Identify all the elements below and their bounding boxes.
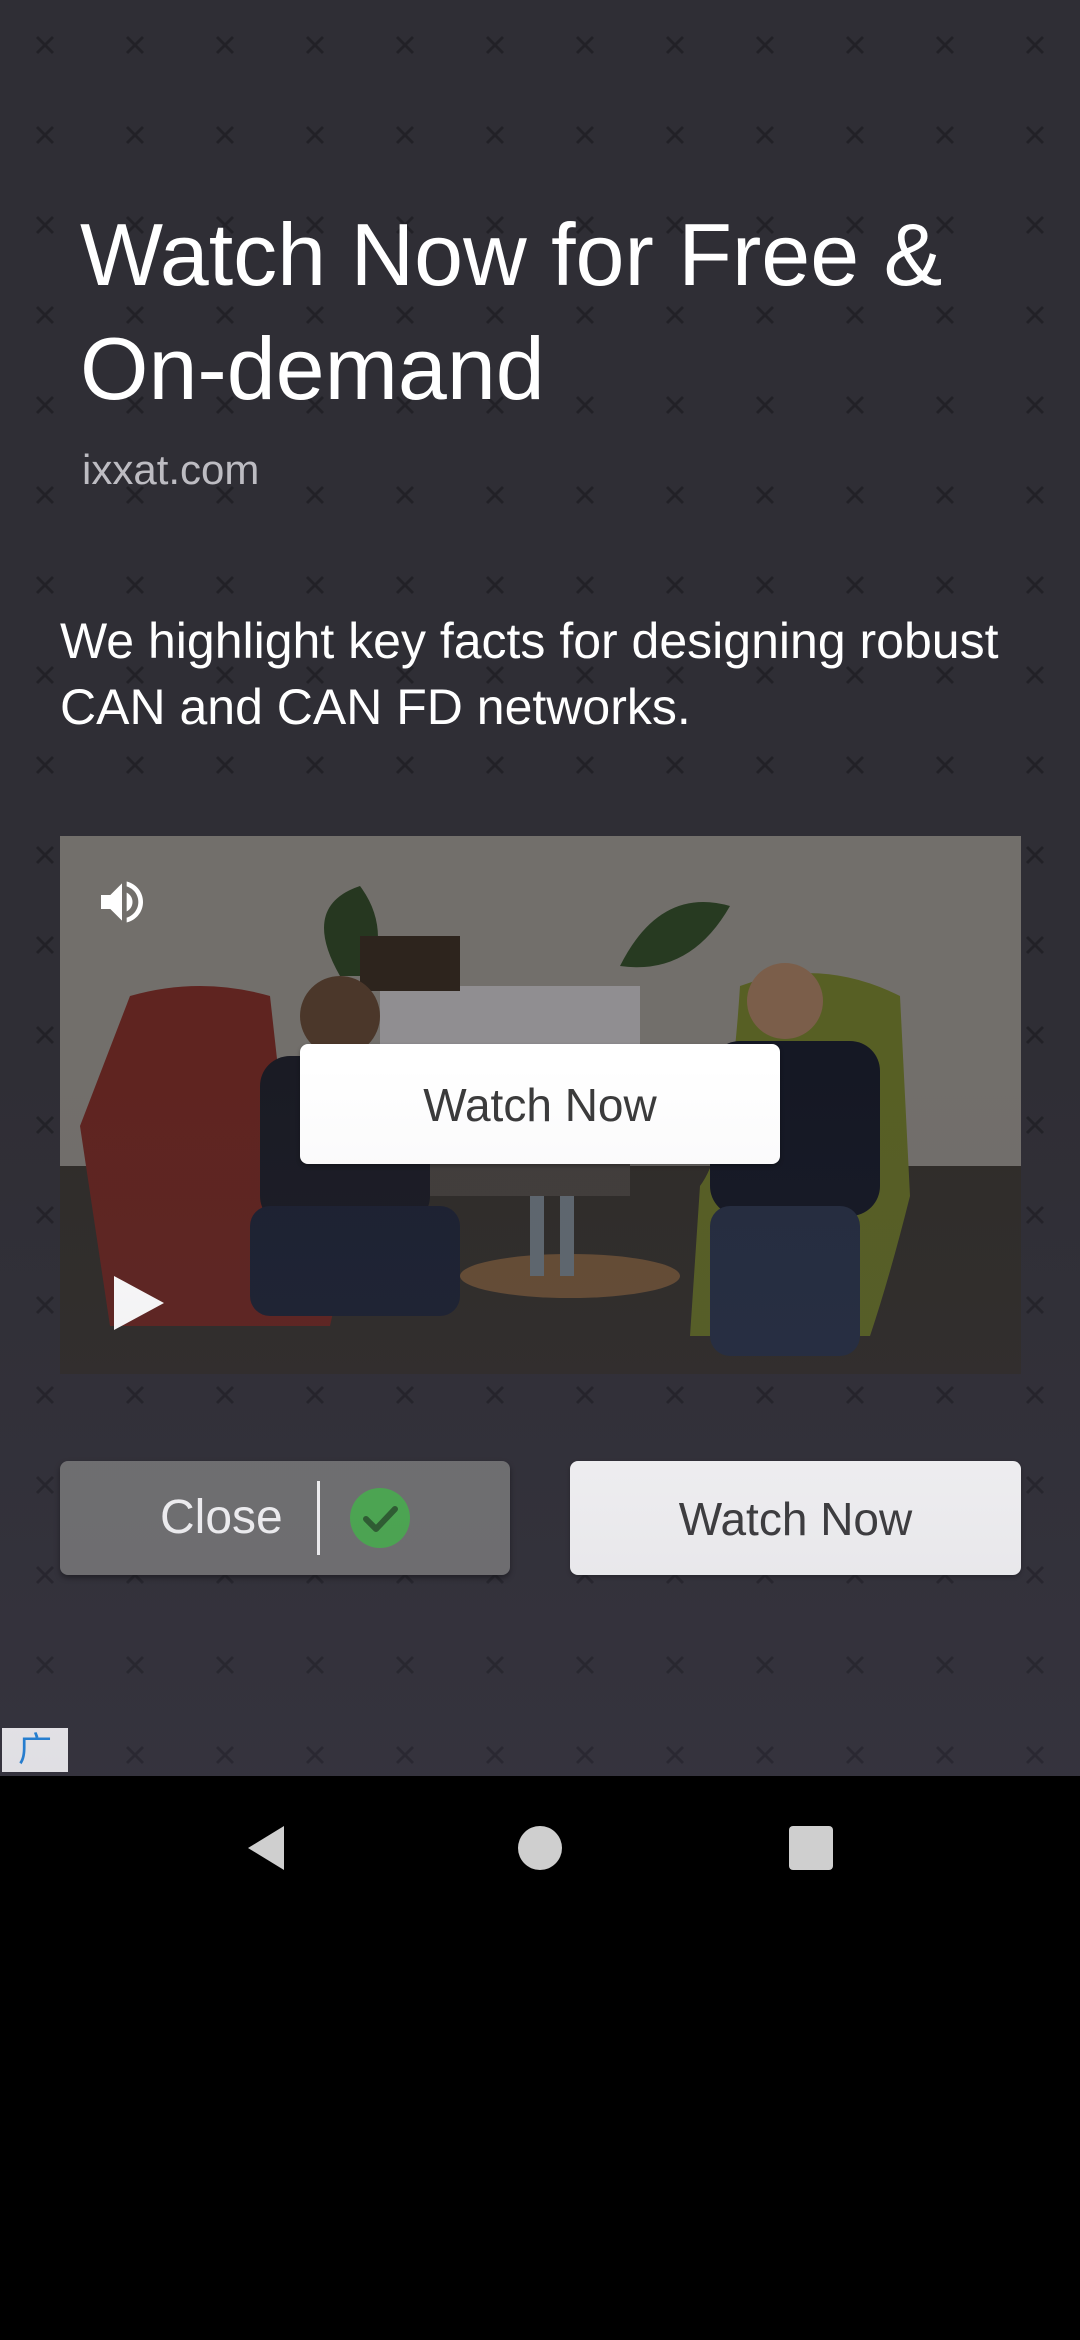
ad-container: Watch Now for Free & On-demand ixxat.com…	[0, 0, 1080, 1776]
close-button[interactable]: Close	[60, 1461, 510, 1575]
play-icon[interactable]	[110, 1272, 168, 1334]
home-icon[interactable]	[512, 1820, 568, 1876]
ad-body-text: We highlight key facts for designing rob…	[60, 613, 999, 735]
recents-icon[interactable]	[783, 1820, 839, 1876]
video-player[interactable]: Watch Now	[60, 836, 1021, 1374]
check-circle-icon	[350, 1488, 410, 1548]
watch-now-button[interactable]: Watch Now	[570, 1461, 1021, 1575]
close-button-label: Close	[160, 1491, 283, 1544]
close-divider	[317, 1481, 320, 1555]
ad-badge: 广告	[2, 1728, 68, 1776]
navigation-bar	[0, 1776, 1080, 1920]
speaker-icon[interactable]	[94, 874, 150, 930]
advertiser-domain[interactable]: ixxat.com	[82, 442, 259, 498]
video-watch-now-button[interactable]: Watch Now	[300, 1044, 780, 1164]
back-icon[interactable]	[240, 1820, 296, 1876]
ad-headline: Watch Now for Free & On-demand	[80, 205, 943, 418]
